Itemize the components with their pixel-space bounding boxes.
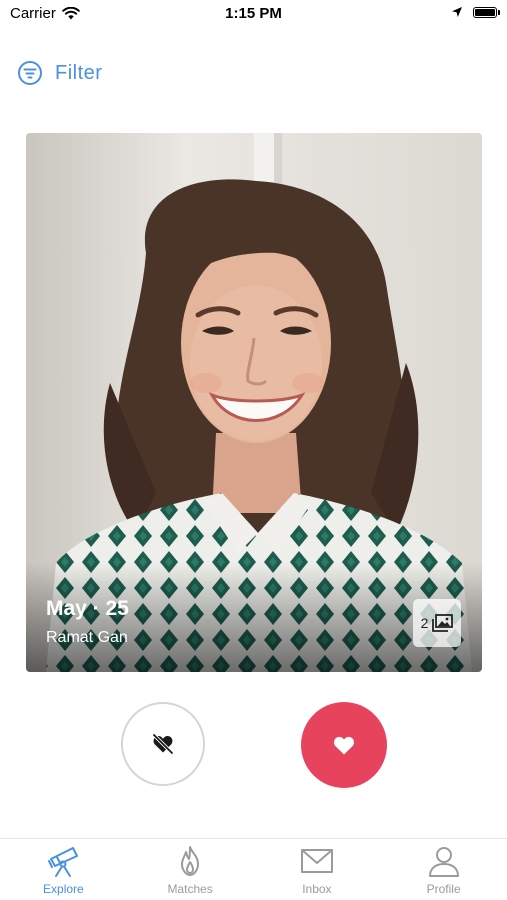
tab-bar: Explore Matches Inbox Profile xyxy=(0,838,507,900)
tab-inbox-label: Inbox xyxy=(302,882,332,896)
status-indicators xyxy=(451,6,500,18)
filter-label: Filter xyxy=(55,61,103,84)
filter-icon xyxy=(18,61,42,85)
like-button[interactable] xyxy=(301,702,387,788)
person-icon xyxy=(428,847,459,877)
tab-matches-label: Matches xyxy=(167,882,213,896)
filter-button[interactable]: Filter xyxy=(17,60,102,86)
profile-location: Ramat Gan xyxy=(46,629,128,646)
tab-matches[interactable]: Matches xyxy=(127,839,254,900)
photo-count-badge[interactable]: 2 xyxy=(413,599,461,647)
photos-icon xyxy=(432,614,454,632)
dislike-button[interactable] xyxy=(121,702,205,786)
telescope-icon xyxy=(48,847,79,877)
tab-explore-label: Explore xyxy=(43,882,84,896)
heart-icon xyxy=(334,736,354,755)
battery-icon xyxy=(473,6,500,18)
heart-slash-icon xyxy=(152,733,174,755)
status-bar: Carrier 1:15 PM xyxy=(0,0,507,28)
photo-count-value: 2 xyxy=(420,615,429,631)
clock: 1:15 PM xyxy=(225,5,282,22)
profile-card[interactable]: May · 25 Ramat Gan 2 xyxy=(26,133,482,672)
profile-name-age: May · 25 xyxy=(46,597,129,620)
tab-profile[interactable]: Profile xyxy=(380,839,507,900)
mail-icon xyxy=(300,849,333,873)
tab-inbox[interactable]: Inbox xyxy=(254,839,381,900)
location-arrow-icon xyxy=(452,7,462,17)
flame-icon xyxy=(181,846,200,876)
tab-explore[interactable]: Explore xyxy=(0,839,127,900)
tab-profile-label: Profile xyxy=(426,882,461,896)
explore-screen: Carrier 1:15 PM Filter May · 25 Ramat Ga… xyxy=(0,0,507,900)
